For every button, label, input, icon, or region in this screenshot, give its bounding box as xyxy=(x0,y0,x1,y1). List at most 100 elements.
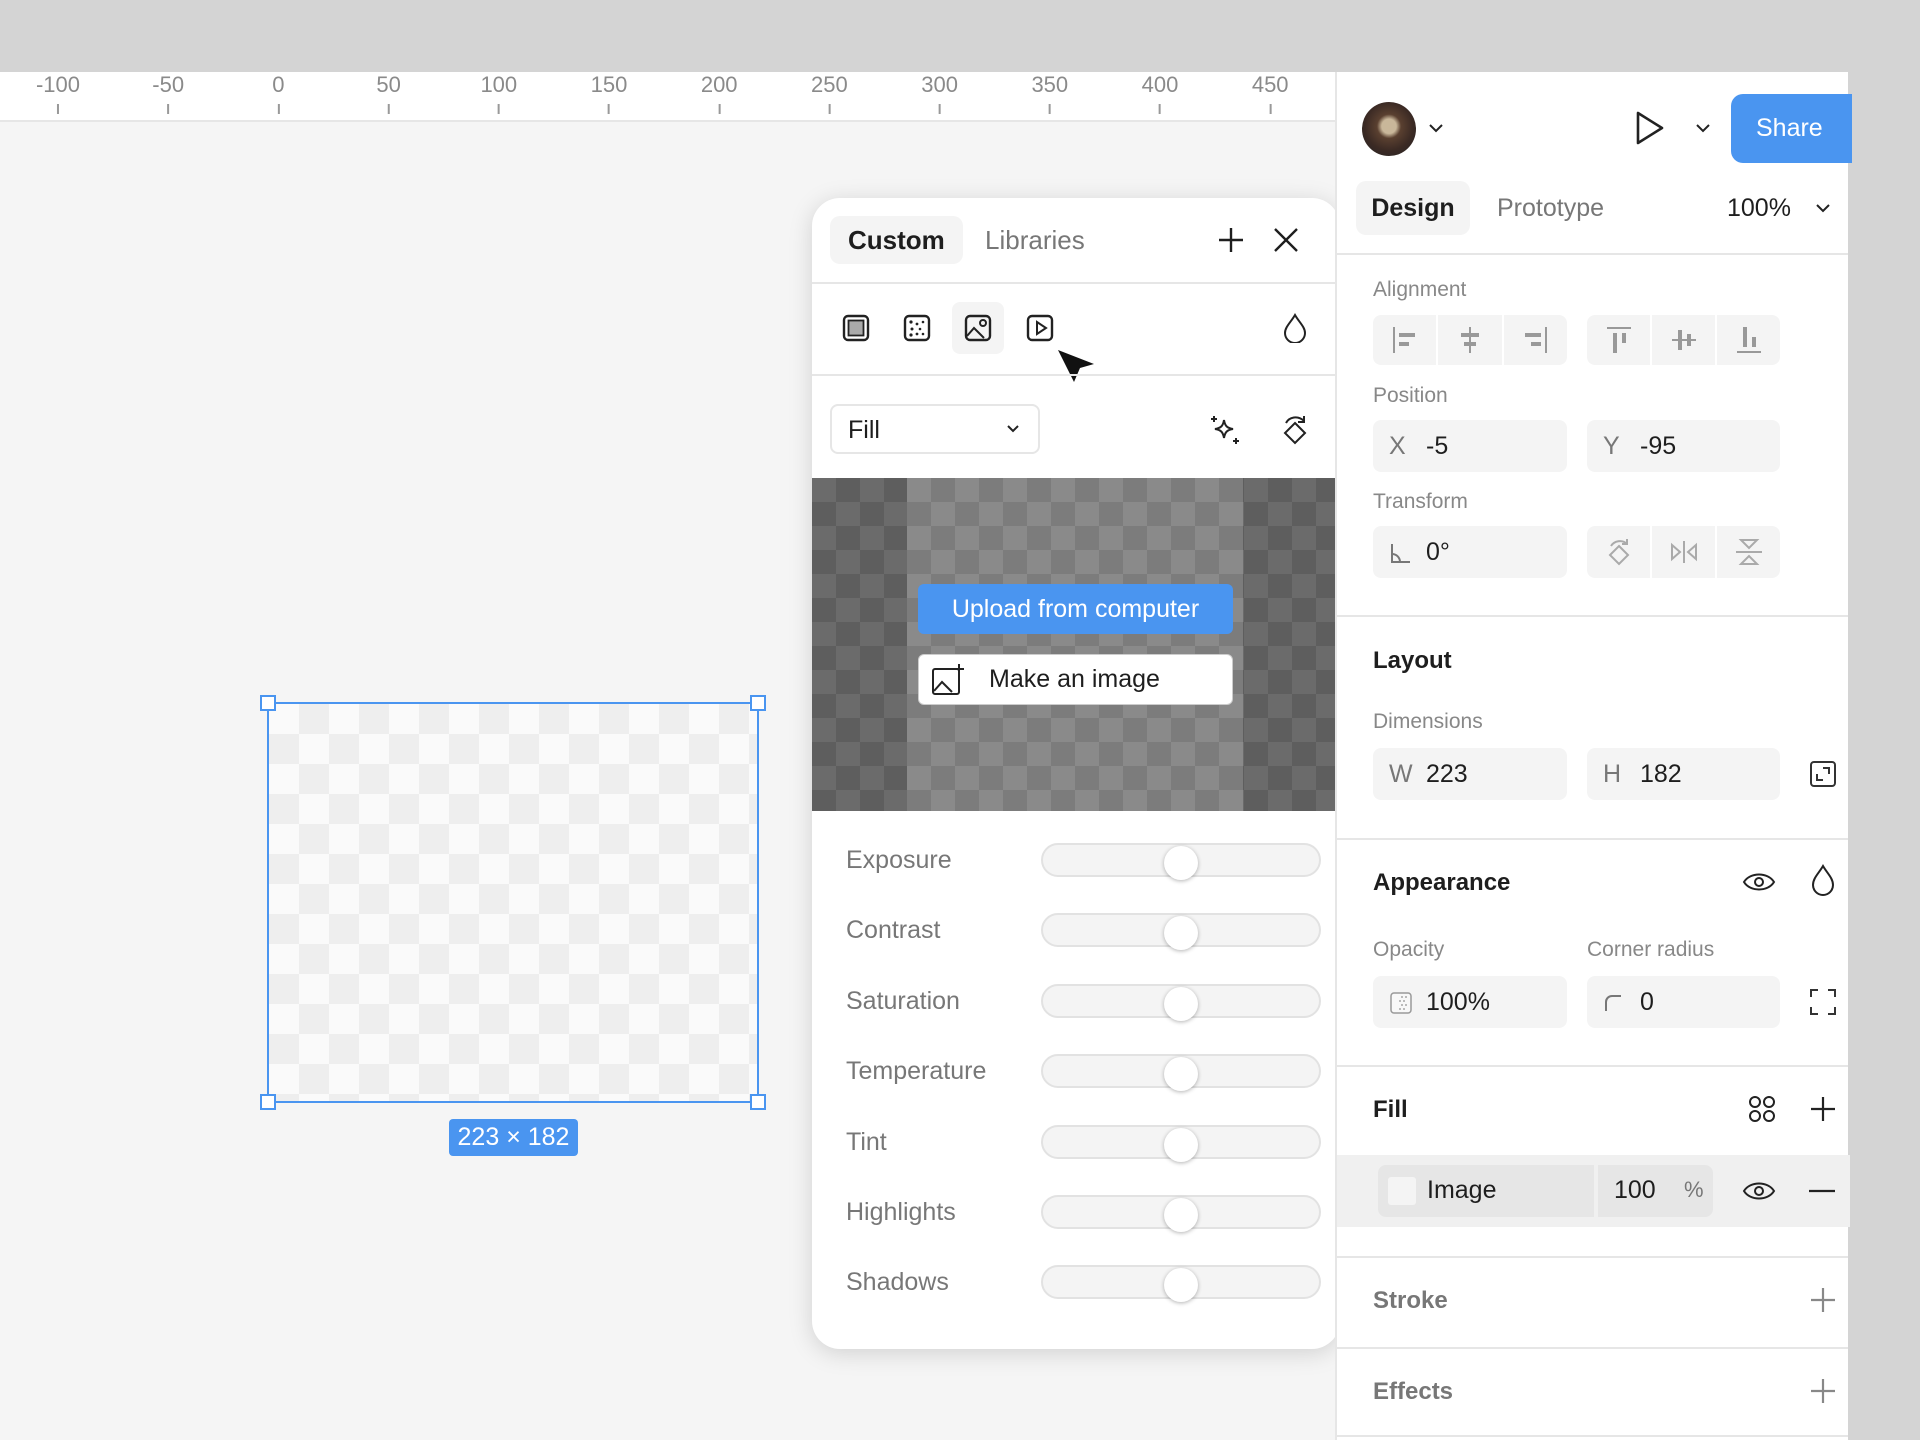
adjustment-slider[interactable] xyxy=(1041,843,1321,880)
resize-to-fit-icon[interactable] xyxy=(1809,760,1837,793)
eye-icon[interactable] xyxy=(1742,868,1776,901)
adjustment-row-highlights: Highlights xyxy=(846,1192,1321,1232)
add-stroke-icon[interactable] xyxy=(1809,1286,1837,1319)
rotation-value: 0° xyxy=(1426,538,1450,566)
play-icon[interactable] xyxy=(1635,110,1665,151)
slider-thumb[interactable] xyxy=(1164,1268,1198,1303)
resize-handle-bottom-right[interactable] xyxy=(750,1094,766,1110)
corner-radius-label: Corner radius xyxy=(1587,938,1715,961)
height-input[interactable]: H 182 xyxy=(1587,748,1780,800)
independent-corners-icon[interactable] xyxy=(1809,988,1837,1021)
ruler-tick-label: 400 xyxy=(1141,72,1179,97)
add-effect-icon[interactable] xyxy=(1809,1377,1837,1410)
fill-mode-select[interactable]: Fill xyxy=(830,404,1040,454)
image-swatch-icon[interactable] xyxy=(1388,1177,1416,1205)
close-icon[interactable] xyxy=(1268,222,1304,258)
tab-prototype[interactable]: Prototype xyxy=(1497,181,1604,235)
solid-fill-icon[interactable] xyxy=(836,308,876,348)
flip-horizontal-icon[interactable] xyxy=(1652,526,1717,578)
slider-thumb[interactable] xyxy=(1164,1198,1198,1232)
tab-design[interactable]: Design xyxy=(1356,181,1470,235)
remove-fill-icon[interactable] xyxy=(1808,1177,1836,1210)
share-button[interactable]: Share xyxy=(1731,94,1852,163)
rotate-image-icon[interactable] xyxy=(1275,410,1315,450)
vertical-alignment-group xyxy=(1587,315,1780,365)
resize-handle-top-left[interactable] xyxy=(260,695,276,711)
fill-opacity-input[interactable]: 100 % xyxy=(1598,1165,1713,1217)
align-horizontal-center-icon[interactable] xyxy=(1438,315,1504,365)
w-value: 223 xyxy=(1426,760,1468,788)
chevron-down-icon[interactable] xyxy=(1428,118,1444,143)
y-position-input[interactable]: Y -95 xyxy=(1587,420,1780,472)
flip-vertical-icon[interactable] xyxy=(1717,526,1780,578)
slider-thumb[interactable] xyxy=(1164,1057,1198,1092)
slider-thumb[interactable] xyxy=(1164,986,1198,1021)
fill-heading: Fill xyxy=(1373,1096,1408,1123)
styles-grid-icon[interactable] xyxy=(1747,1094,1777,1129)
adjustment-label: Temperature xyxy=(846,1057,987,1086)
slider-thumb[interactable] xyxy=(1164,916,1198,951)
avatar[interactable] xyxy=(1362,102,1416,156)
adjustment-row-shadows: Shadows xyxy=(846,1262,1321,1303)
y-prefix: Y xyxy=(1603,432,1620,460)
eye-icon[interactable] xyxy=(1742,1177,1776,1210)
slider-thumb[interactable] xyxy=(1164,846,1198,880)
resize-handle-bottom-left[interactable] xyxy=(260,1094,276,1110)
opacity-input[interactable]: 100% xyxy=(1373,976,1567,1028)
add-icon[interactable] xyxy=(1213,222,1249,258)
adjustment-slider[interactable] xyxy=(1041,983,1321,1021)
ruler-tick: 300 xyxy=(921,72,958,114)
corner-radius-input[interactable]: 0 xyxy=(1587,976,1780,1028)
cursor-arrow-icon xyxy=(1056,348,1096,388)
blend-mode-drop-icon[interactable] xyxy=(1810,863,1836,901)
align-vertical-center-icon[interactable] xyxy=(1652,315,1717,365)
chevron-down-icon[interactable] xyxy=(1815,198,1831,223)
chevron-down-icon xyxy=(1006,416,1020,445)
selected-frame[interactable] xyxy=(260,695,766,1110)
opacity-drop-icon[interactable] xyxy=(1275,308,1315,348)
adjustment-slider[interactable] xyxy=(1041,1195,1321,1232)
ruler-tick-label: 250 xyxy=(811,72,848,97)
ruler-tick: 0 xyxy=(272,72,285,114)
opacity-icon xyxy=(1389,976,1413,1028)
fill-mode-value: Fill xyxy=(848,416,880,444)
slider-thumb[interactable] xyxy=(1164,1127,1198,1162)
fill-type-input[interactable]: Image xyxy=(1378,1165,1594,1217)
rotation-input[interactable]: 0° xyxy=(1373,526,1567,578)
fill-row[interactable]: Image 100 % xyxy=(1337,1155,1850,1227)
rotate-90-icon[interactable] xyxy=(1587,526,1652,578)
adjustment-slider[interactable] xyxy=(1041,1124,1321,1162)
x-position-input[interactable]: X -5 xyxy=(1373,420,1567,472)
align-top-icon[interactable] xyxy=(1587,315,1652,365)
width-input[interactable]: W 223 xyxy=(1373,748,1567,800)
pattern-fill-icon[interactable] xyxy=(897,308,937,348)
dimensions-label: Dimensions xyxy=(1373,710,1483,733)
horizontal-alignment-group xyxy=(1373,315,1567,365)
adjustment-slider[interactable] xyxy=(1041,1054,1321,1092)
adjustment-slider[interactable] xyxy=(1041,1265,1321,1303)
adjustment-slider[interactable] xyxy=(1041,913,1321,951)
chevron-down-icon[interactable] xyxy=(1695,118,1711,143)
adjustment-label: Exposure xyxy=(846,846,952,874)
ruler-tick: -100 xyxy=(36,72,80,114)
ruler-tick-label: 450 xyxy=(1251,72,1289,97)
resize-handle-top-right[interactable] xyxy=(750,695,766,711)
image-fill-icon[interactable] xyxy=(952,302,1004,354)
upload-from-computer-button[interactable]: Upload from computer xyxy=(918,584,1233,634)
tab-custom[interactable]: Custom xyxy=(830,216,963,264)
layout-heading: Layout xyxy=(1373,647,1452,674)
add-fill-icon[interactable] xyxy=(1809,1095,1837,1128)
video-fill-icon[interactable] xyxy=(1020,308,1060,348)
make-an-image-button[interactable]: Make an image xyxy=(918,654,1233,705)
ai-sparkle-icon[interactable] xyxy=(1205,410,1245,450)
zoom-level[interactable]: 100% xyxy=(1727,181,1791,235)
tab-libraries[interactable]: Libraries xyxy=(967,216,1103,264)
align-bottom-icon[interactable] xyxy=(1717,315,1780,365)
align-left-icon[interactable] xyxy=(1373,315,1439,365)
ruler-tick: 250 xyxy=(811,72,848,114)
ruler-tick-label: 100 xyxy=(480,72,518,97)
w-prefix: W xyxy=(1389,760,1413,788)
align-right-icon[interactable] xyxy=(1504,315,1567,365)
fill-opacity-value: 100 xyxy=(1614,1176,1656,1204)
adjustment-label: Contrast xyxy=(846,916,941,945)
